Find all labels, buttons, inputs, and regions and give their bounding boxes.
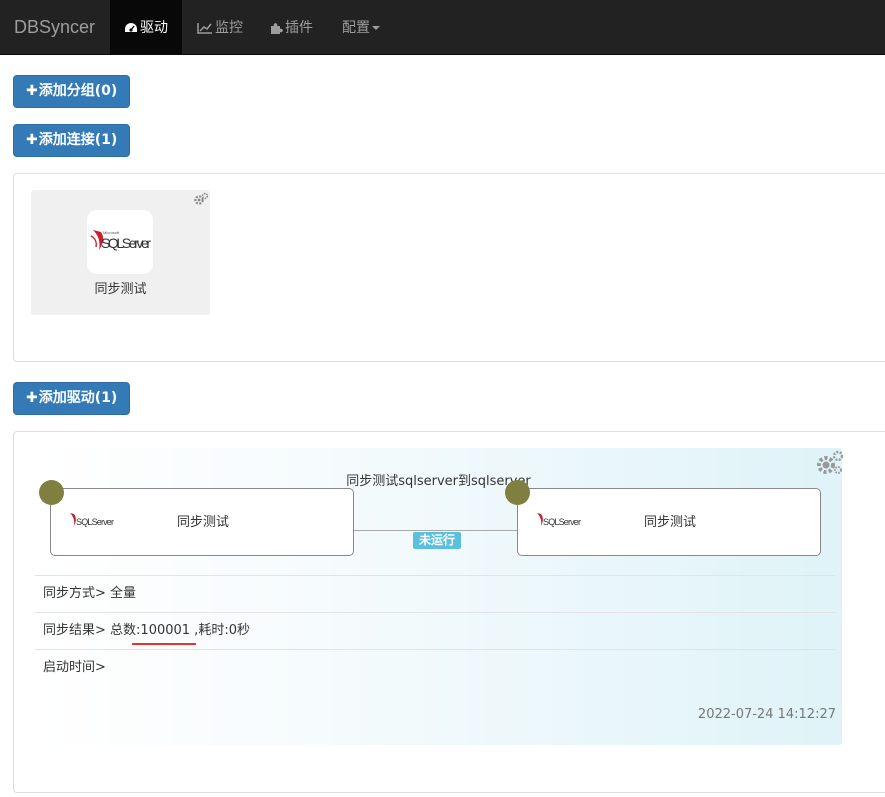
nav-item-label: 插件 xyxy=(285,20,313,36)
add-connection-button[interactable]: ✚添加连接(1) xyxy=(13,124,131,157)
gear-icon[interactable] xyxy=(193,192,209,206)
sqlserver-logo: SQLServer Microsoft xyxy=(87,210,153,274)
connection-panel: SQLServer Microsoft 同步测试 xyxy=(13,173,885,362)
target-node[interactable]: SQLServer 同步测试 xyxy=(517,488,821,556)
sqlserver-logo-icon: SQLServer xyxy=(537,513,581,527)
dashboard-icon xyxy=(125,23,137,32)
plus-icon: ✚ xyxy=(26,390,38,406)
sync-mode-value: 全量 xyxy=(110,586,137,601)
sqlserver-logo-text: SQLServer xyxy=(101,235,151,251)
annotation-underline xyxy=(132,643,196,645)
svg-text:Microsoft: Microsoft xyxy=(103,230,120,235)
sqlserver-logo-icon: SQLServer xyxy=(70,513,114,527)
sqlserver-logo-text: SQLServer xyxy=(76,517,114,527)
driver-panel: 同步测试sqlserver到sqlserver SQLServer 同步测试 未… xyxy=(13,431,885,793)
source-node[interactable]: SQLServer 同步测试 xyxy=(50,488,354,556)
start-time-label: 启动时间> xyxy=(43,660,106,675)
status-badge: 未运行 xyxy=(413,532,462,549)
sync-mode-row: 同步方式> 全量 xyxy=(35,575,835,612)
source-node-dot xyxy=(39,480,64,505)
nav-item-config[interactable]: 配置 xyxy=(328,0,394,54)
source-node-name: 同步测试 xyxy=(177,515,230,530)
nav-item-label: 驱动 xyxy=(140,20,168,36)
target-node-name: 同步测试 xyxy=(644,515,697,530)
link-line xyxy=(354,530,517,531)
nav-item-monitor[interactable]: 监控 xyxy=(183,0,257,54)
nav-item-label: 监控 xyxy=(215,20,243,36)
connection-name: 同步测试 xyxy=(94,282,147,297)
brand-logo[interactable]: DBSyncer xyxy=(14,17,95,38)
sync-mode-label: 同步方式> xyxy=(43,586,106,601)
top-navbar: DBSyncer 驱动 监控 插件 配置 xyxy=(0,0,885,55)
puzzle-icon xyxy=(271,23,283,34)
add-group-button[interactable]: ✚添加分组(0) xyxy=(13,75,131,108)
add-driver-button[interactable]: ✚添加驱动(1) xyxy=(13,382,131,415)
plus-icon: ✚ xyxy=(26,132,38,148)
nav-item-driver[interactable]: 驱动 xyxy=(110,0,182,54)
timestamp: 2022-07-24 14:12:27 xyxy=(697,707,836,722)
sqlserver-logo-text: SQLServer xyxy=(543,517,581,527)
driver-card[interactable]: 同步测试sqlserver到sqlserver SQLServer 同步测试 未… xyxy=(35,448,844,745)
plus-icon: ✚ xyxy=(26,83,38,99)
connection-card[interactable]: SQLServer Microsoft 同步测试 xyxy=(31,190,210,315)
target-node-dot xyxy=(505,480,530,505)
driver-title: 同步测试sqlserver到sqlserver xyxy=(346,474,531,489)
line-chart-icon xyxy=(197,23,212,34)
nav-item-plugin[interactable]: 插件 xyxy=(256,0,327,54)
caret-down-icon xyxy=(372,26,380,30)
sqlserver-logo-icon: SQLServer Microsoft xyxy=(90,230,151,251)
start-time-row: 启动时间> xyxy=(35,649,835,686)
sync-result-label: 同步结果> xyxy=(43,623,106,638)
nav-item-label: 配置 xyxy=(342,20,370,36)
sync-result-value: 总数:100001 ,耗时:0秒 xyxy=(110,623,250,638)
